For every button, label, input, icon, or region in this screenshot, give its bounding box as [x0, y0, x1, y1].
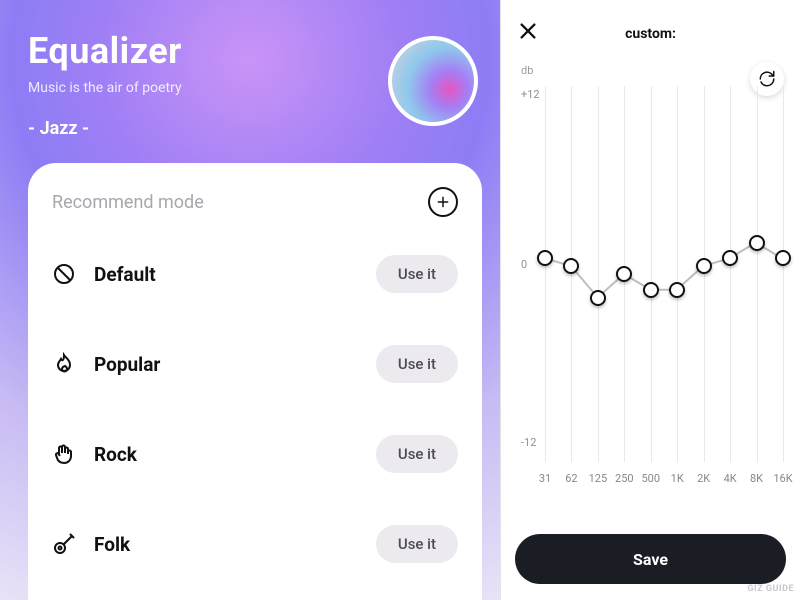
use-button-folk[interactable]: Use it: [376, 525, 458, 563]
eq-band-handle-4K[interactable]: [722, 250, 738, 266]
eq-band-handle-1K[interactable]: [669, 282, 685, 298]
mode-name: Popular: [94, 353, 160, 376]
eq-band-handle-125[interactable]: [590, 290, 606, 306]
mode-name: Rock: [94, 443, 137, 466]
ytick-zero: 0: [521, 258, 527, 271]
eq-band-handle-62[interactable]: [563, 258, 579, 274]
freq-label: 62: [565, 472, 577, 485]
plus-icon: [436, 195, 450, 209]
mode-name: Folk: [94, 533, 130, 556]
mode-row-folk: Folk Use it: [52, 499, 458, 589]
eq-chart: db +12 0 -12 31621252505001K2K4K8K16K: [515, 58, 786, 468]
eq-gridline: [783, 86, 784, 462]
db-unit-label: db: [521, 64, 533, 77]
freq-label: 8K: [750, 472, 763, 485]
eq-band-handle-31[interactable]: [537, 250, 553, 266]
eq-band-handle-16K[interactable]: [775, 250, 791, 266]
eq-band-handle-250[interactable]: [616, 266, 632, 282]
guitar-icon: [52, 532, 76, 556]
freq-label: 1K: [671, 472, 684, 485]
add-mode-button[interactable]: [428, 187, 458, 217]
freq-label: 31: [539, 472, 551, 485]
custom-panel-title: custom:: [625, 26, 676, 42]
close-button[interactable]: [517, 20, 541, 44]
equalizer-main-panel: Equalizer Music is the air of poetry - J…: [0, 0, 500, 600]
mode-name: Default: [94, 263, 156, 286]
eq-band-handle-8K[interactable]: [749, 235, 765, 251]
close-icon: [517, 20, 539, 42]
custom-eq-panel: custom: db +12 0 -12 31621252505001K2K4K…: [500, 0, 800, 600]
avatar[interactable]: [388, 36, 478, 126]
mode-row-rock: Rock Use it: [52, 409, 458, 499]
freq-label: 500: [641, 472, 660, 485]
flame-icon: [52, 352, 76, 376]
ytick-minus12: -12: [521, 436, 536, 449]
recommend-card: Recommend mode Default Use it Popular Use i…: [28, 163, 482, 600]
mode-row-popular: Popular Use it: [52, 319, 458, 409]
recommend-heading: Recommend mode: [52, 192, 204, 213]
use-button-rock[interactable]: Use it: [376, 435, 458, 473]
freq-label: 250: [615, 472, 634, 485]
save-button[interactable]: Save: [515, 534, 786, 584]
ytick-plus12: +12: [521, 88, 540, 101]
rock-icon: [52, 442, 76, 466]
freq-label: 16K: [773, 472, 792, 485]
ban-icon: [52, 262, 76, 286]
use-button-default[interactable]: Use it: [376, 255, 458, 293]
freq-label: 125: [589, 472, 608, 485]
eq-band-handle-500[interactable]: [643, 282, 659, 298]
use-button-popular[interactable]: Use it: [376, 345, 458, 383]
eq-curve: [545, 86, 782, 462]
mode-row-default: Default Use it: [52, 229, 458, 319]
freq-label: 4K: [724, 472, 737, 485]
freq-label: 2K: [697, 472, 710, 485]
eq-band-handle-2K[interactable]: [696, 258, 712, 274]
watermark: GIZ GUIDE: [747, 584, 794, 594]
